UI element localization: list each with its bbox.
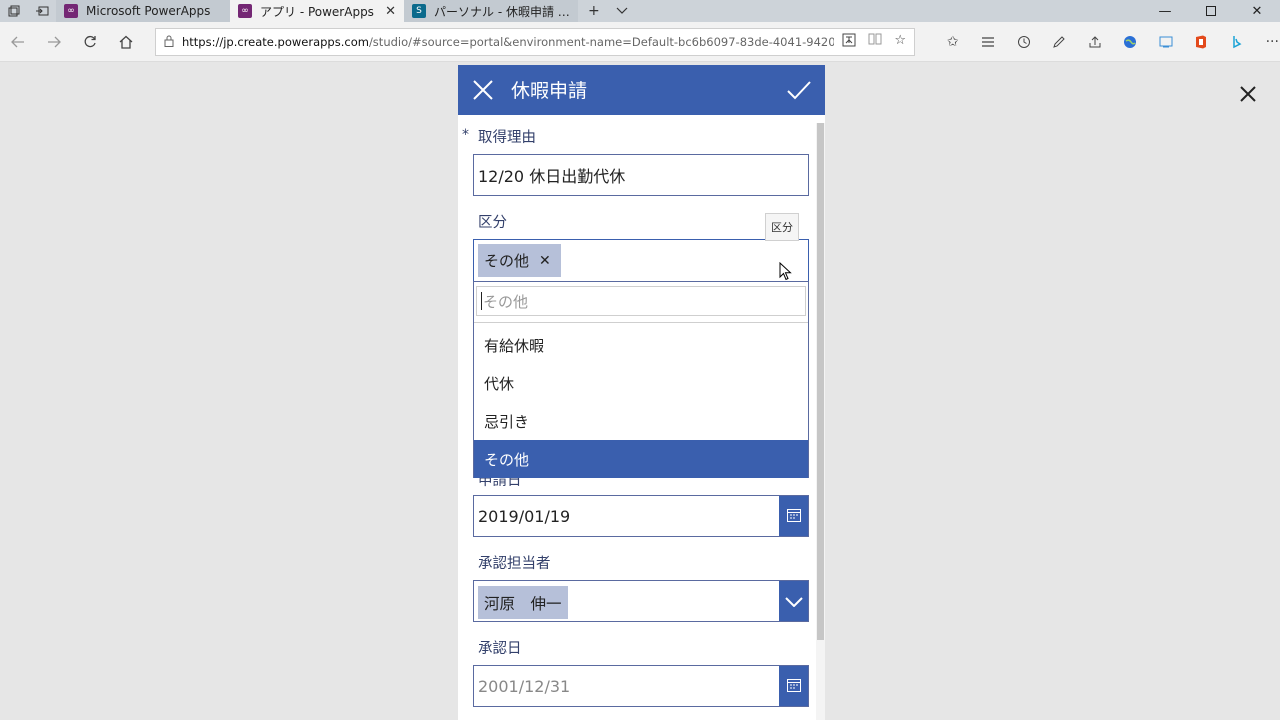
translate-icon[interactable]: [842, 33, 856, 51]
reading-view-icon[interactable]: [868, 33, 882, 51]
browser-tab-bar: ∞ Microsoft PowerApps ∞ アプリ - PowerApps …: [0, 0, 1280, 22]
reason-input[interactable]: 12/20 休日出勤代休: [473, 154, 809, 196]
apply-date-value: 2019/01/19: [478, 506, 571, 526]
set-aside-tabs-icon[interactable]: [28, 0, 56, 22]
tab-microsoft-powerapps[interactable]: ∞ Microsoft PowerApps: [56, 0, 230, 22]
close-window-icon[interactable]: ✕: [1234, 0, 1280, 22]
approver-label: 承認担当者: [478, 556, 551, 572]
app-header: 休暇申請: [458, 65, 825, 115]
category-search-input[interactable]: その他: [476, 286, 806, 316]
tab-close-icon[interactable]: ✕: [385, 4, 396, 19]
chevron-down-icon: [784, 592, 803, 611]
option-paid-leave[interactable]: 有給休暇: [474, 326, 808, 364]
tab-actions: +: [578, 0, 628, 22]
cast-extension-icon[interactable]: [1148, 36, 1184, 48]
category-combobox[interactable]: その他 ✕: [473, 239, 809, 281]
submit-check-icon[interactable]: [786, 79, 812, 101]
reading-list-icon[interactable]: [971, 36, 1007, 48]
powerapps-favicon-icon: ∞: [238, 4, 252, 18]
form-scrollbar[interactable]: [816, 123, 825, 720]
chip-remove-icon[interactable]: ✕: [539, 253, 551, 269]
tab-app-powerapps[interactable]: ∞ アプリ - PowerApps ✕: [230, 0, 404, 22]
more-menu-icon[interactable]: ···: [1255, 34, 1280, 50]
calendar-icon: [786, 507, 801, 526]
mouse-cursor-icon: [779, 261, 793, 282]
option-other[interactable]: その他: [474, 440, 808, 478]
apply-date-calendar-button[interactable]: [779, 496, 808, 536]
preview-canvas: 休暇申請 * 取得理由 12/20 休日出勤代休 区分 その他 ✕ 区分 その他…: [0, 62, 1280, 720]
office-extension-icon[interactable]: [1184, 35, 1220, 49]
apply-date-input[interactable]: 2019/01/19: [473, 495, 809, 537]
powerapps-favicon-icon: ∞: [64, 4, 78, 18]
approver-dropdown-button[interactable]: [779, 581, 808, 621]
tab-title: アプリ - PowerApps: [260, 4, 374, 19]
search-value: その他: [483, 292, 529, 311]
refresh-icon[interactable]: [72, 35, 108, 49]
app-title: 休暇申請: [511, 80, 588, 102]
browser-toolbar: ✩ ···: [935, 22, 1280, 62]
tab-title: パーソナル - 休暇申請 - すべてのアイテム: [434, 4, 570, 19]
window-controls: — ✕: [1142, 0, 1280, 22]
calendar-icon: [786, 677, 801, 696]
maximize-icon[interactable]: [1188, 0, 1234, 22]
tab-title: Microsoft PowerApps: [86, 4, 211, 18]
bing-extension-icon[interactable]: [1219, 35, 1255, 49]
globe-extension-icon[interactable]: [1113, 35, 1149, 49]
url-text: https://jp.create.powerapps.com/studio/#…: [182, 35, 834, 49]
chip-label: その他: [484, 252, 530, 270]
home-icon[interactable]: [108, 35, 144, 49]
cancel-icon[interactable]: [472, 79, 494, 101]
lock-icon: [164, 35, 174, 50]
share-icon[interactable]: [1077, 35, 1113, 49]
close-preview-icon[interactable]: [1236, 82, 1260, 106]
scrollbar-thumb[interactable]: [817, 123, 824, 640]
pen-icon[interactable]: [1042, 35, 1078, 49]
category-dropdown-list: その他 有給休暇 代休 忌引き その他: [473, 281, 809, 478]
browser-nav-bar: https://jp.create.powerapps.com/studio/#…: [0, 22, 1280, 62]
history-icon[interactable]: [1006, 35, 1042, 49]
tab-manager-icon[interactable]: [0, 0, 28, 22]
minimize-icon[interactable]: —: [1142, 0, 1188, 22]
approve-date-value: 2001/12/31: [478, 676, 571, 696]
approve-date-input[interactable]: 2001/12/31: [473, 665, 809, 707]
chevron-down-icon[interactable]: [616, 3, 628, 19]
dropdown-divider: [474, 322, 808, 323]
category-label: 区分: [478, 215, 507, 231]
option-bereavement-leave[interactable]: 忌引き: [474, 402, 808, 440]
app-screen: 休暇申請 * 取得理由 12/20 休日出勤代休 区分 その他 ✕ 区分 その他…: [458, 65, 825, 720]
forward-arrow-icon[interactable]: [36, 36, 72, 48]
reason-label: 取得理由: [478, 130, 536, 146]
text-caret: [481, 292, 482, 310]
category-tooltip: 区分: [765, 213, 799, 241]
favorites-icon[interactable]: ✩: [935, 34, 971, 50]
sharepoint-favicon-icon: S: [412, 4, 426, 18]
back-arrow-icon[interactable]: [0, 36, 36, 48]
url-host: https://jp.create.powerapps.com: [182, 35, 369, 49]
address-bar[interactable]: https://jp.create.powerapps.com/studio/#…: [155, 28, 915, 56]
favorite-star-icon[interactable]: ☆: [894, 33, 906, 51]
selected-category-chip: その他 ✕: [478, 244, 561, 277]
approve-date-label: 承認日: [478, 641, 522, 657]
address-bar-icons: ☆: [842, 33, 906, 51]
option-compensatory-leave[interactable]: 代休: [474, 364, 808, 402]
required-mark: *: [462, 127, 469, 143]
approver-chip: 河原 伸一: [478, 586, 568, 619]
new-tab-icon[interactable]: +: [588, 3, 600, 19]
approve-date-calendar-button[interactable]: [779, 666, 808, 706]
url-path: /studio/#source=portal&environment-name=…: [368, 35, 835, 49]
tab-sharepoint-list[interactable]: S パーソナル - 休暇申請 - すべてのアイテム: [404, 0, 578, 22]
